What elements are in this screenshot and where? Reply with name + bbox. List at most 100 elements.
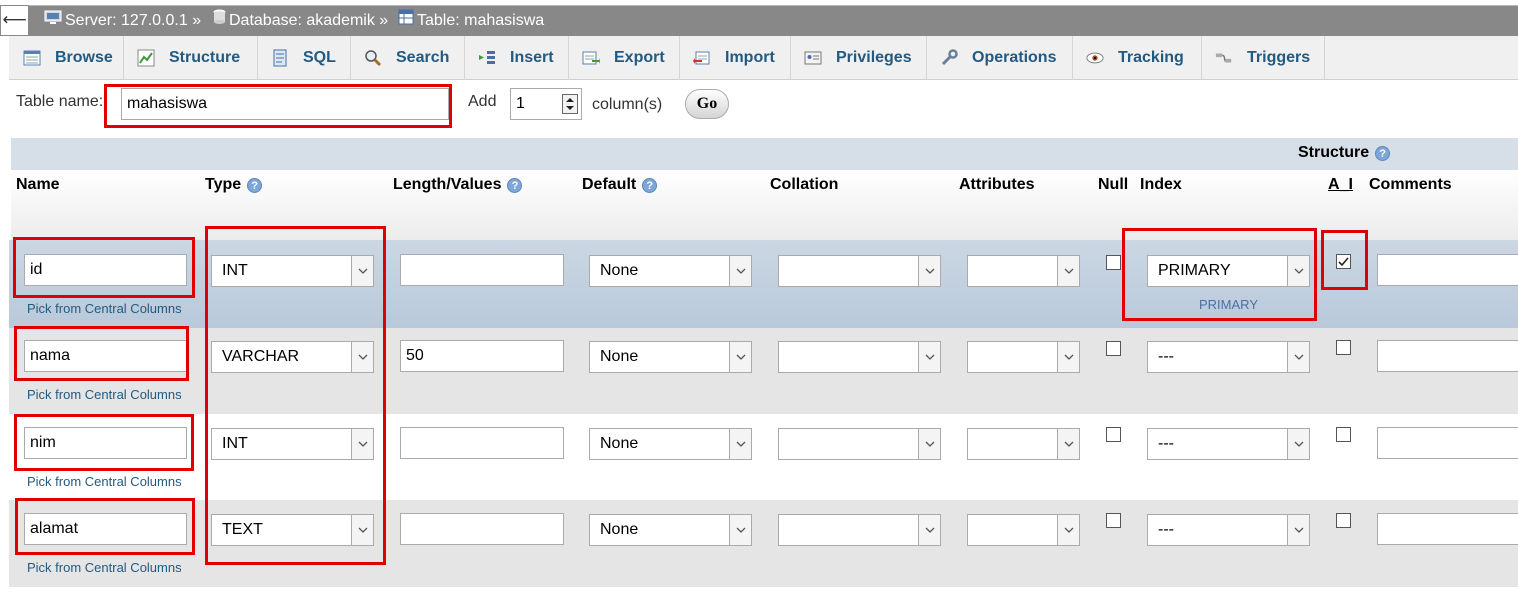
tab-search[interactable]: Search <box>350 36 465 80</box>
header-null: Null <box>1098 176 1128 194</box>
table-icon <box>398 5 414 36</box>
breadcrumb-database[interactable]: Database: akademik » <box>213 5 388 36</box>
table-name-input[interactable]: mahasiswa <box>121 88 449 120</box>
browse-icon <box>23 49 41 67</box>
header-null-label: Null <box>1098 176 1129 193</box>
length-input[interactable] <box>400 254 564 286</box>
tab-triggers[interactable]: Triggers <box>1201 36 1325 80</box>
tab-structure[interactable]: Structure <box>123 36 258 80</box>
ai-checkbox[interactable] <box>1336 254 1351 269</box>
null-checkbox[interactable] <box>1106 255 1121 270</box>
go-button[interactable]: Go <box>685 89 729 119</box>
collation-select[interactable] <box>778 514 941 546</box>
help-icon[interactable]: ? <box>247 177 263 193</box>
search-icon <box>364 49 382 67</box>
attributes-select[interactable] <box>967 428 1080 460</box>
ai-checkbox[interactable] <box>1336 340 1351 355</box>
privileges-icon <box>804 49 822 67</box>
type-select[interactable]: INT <box>211 255 374 287</box>
tab-export[interactable]: Export <box>568 36 680 80</box>
breadcrumb-database-label: Database: akademik » <box>229 12 389 29</box>
import-icon <box>693 49 711 67</box>
null-checkbox[interactable] <box>1106 341 1121 356</box>
default-select[interactable]: None <box>589 514 752 546</box>
default-value: None <box>600 521 639 538</box>
pick-central-columns-link[interactable]: Pick from Central Columns <box>27 301 182 316</box>
chevron-down-icon <box>351 515 373 545</box>
length-input[interactable] <box>400 427 564 459</box>
tab-insert[interactable]: Insert <box>464 36 569 80</box>
eye-icon <box>1086 49 1104 67</box>
stepper-arrows-icon[interactable] <box>562 94 578 114</box>
default-select[interactable]: None <box>589 341 752 373</box>
column-name-input[interactable]: nim <box>24 427 187 459</box>
help-icon[interactable]: ? <box>507 177 523 193</box>
structure-label: Structure <box>1298 144 1370 161</box>
index-select[interactable]: --- <box>1147 428 1310 460</box>
add-label: Add <box>468 93 497 110</box>
database-icon <box>213 5 226 36</box>
tab-browse[interactable]: Browse <box>9 36 124 80</box>
tab-sql-label: SQL <box>303 49 336 66</box>
chevron-down-icon <box>1057 256 1079 286</box>
chevron-down-icon <box>729 342 751 372</box>
add-columns-stepper[interactable]: 1 <box>510 88 582 120</box>
collation-select[interactable] <box>778 255 941 287</box>
type-select[interactable]: TEXT <box>211 514 374 546</box>
type-value: INT <box>222 435 248 452</box>
tab-operations[interactable]: Operations <box>926 36 1073 80</box>
column-name-input[interactable]: id <box>24 254 187 286</box>
pick-central-columns-link[interactable]: Pick from Central Columns <box>27 560 182 575</box>
column-name-input[interactable]: alamat <box>24 513 187 545</box>
comments-input[interactable] <box>1377 427 1518 459</box>
breadcrumb-table[interactable]: Table: mahasiswa <box>398 5 544 36</box>
chevron-down-icon <box>351 256 373 286</box>
index-select[interactable]: PRIMARY <box>1147 255 1310 287</box>
chevron-down-icon <box>351 429 373 459</box>
tab-insert-label: Insert <box>510 49 554 66</box>
attributes-select[interactable] <box>967 255 1080 287</box>
default-select[interactable]: None <box>589 255 752 287</box>
tab-import[interactable]: Import <box>679 36 791 80</box>
tab-privileges[interactable]: Privileges <box>790 36 927 80</box>
default-select[interactable]: None <box>589 428 752 460</box>
comments-input[interactable] <box>1377 254 1518 286</box>
ai-checkbox[interactable] <box>1336 513 1351 528</box>
length-input[interactable] <box>400 513 564 545</box>
tab-sql[interactable]: SQL <box>257 36 351 80</box>
chevron-down-icon <box>351 342 373 372</box>
help-icon[interactable]: ? <box>1375 145 1391 161</box>
null-checkbox[interactable] <box>1106 427 1121 442</box>
null-checkbox[interactable] <box>1106 513 1121 528</box>
back-arrow-icon[interactable]: ⟵ <box>0 5 29 36</box>
index-select[interactable]: --- <box>1147 341 1310 373</box>
breadcrumb-server[interactable]: Server: 127.0.0.1 » <box>44 5 201 36</box>
length-input[interactable]: 50 <box>400 340 564 372</box>
comments-input[interactable] <box>1377 513 1518 545</box>
header-attributes-label: Attributes <box>959 176 1035 193</box>
add-count-value: 1 <box>516 95 525 112</box>
wrench-icon <box>940 49 958 67</box>
type-select[interactable]: VARCHAR <box>211 341 374 373</box>
help-icon[interactable]: ? <box>642 177 658 193</box>
pick-central-columns-link[interactable]: Pick from Central Columns <box>27 387 182 402</box>
header-ai-label: A_I <box>1328 176 1353 193</box>
column-name-input[interactable]: nama <box>24 340 187 372</box>
chevron-down-icon <box>918 515 940 545</box>
comments-input[interactable] <box>1377 340 1518 372</box>
type-select[interactable]: INT <box>211 428 374 460</box>
sql-icon <box>271 49 289 67</box>
index-value: PRIMARY <box>1158 262 1231 279</box>
index-select[interactable]: --- <box>1147 514 1310 546</box>
attributes-select[interactable] <box>967 341 1080 373</box>
ai-checkbox[interactable] <box>1336 427 1351 442</box>
structure-icon <box>137 49 155 67</box>
pick-central-columns-link[interactable]: Pick from Central Columns <box>27 474 182 489</box>
collation-select[interactable] <box>778 341 941 373</box>
tab-tracking[interactable]: Tracking <box>1072 36 1202 80</box>
attributes-select[interactable] <box>967 514 1080 546</box>
tab-operations-label: Operations <box>972 49 1057 66</box>
header-ai: A_I <box>1328 176 1353 194</box>
table-name-label: Table name: <box>16 93 104 110</box>
collation-select[interactable] <box>778 428 941 460</box>
